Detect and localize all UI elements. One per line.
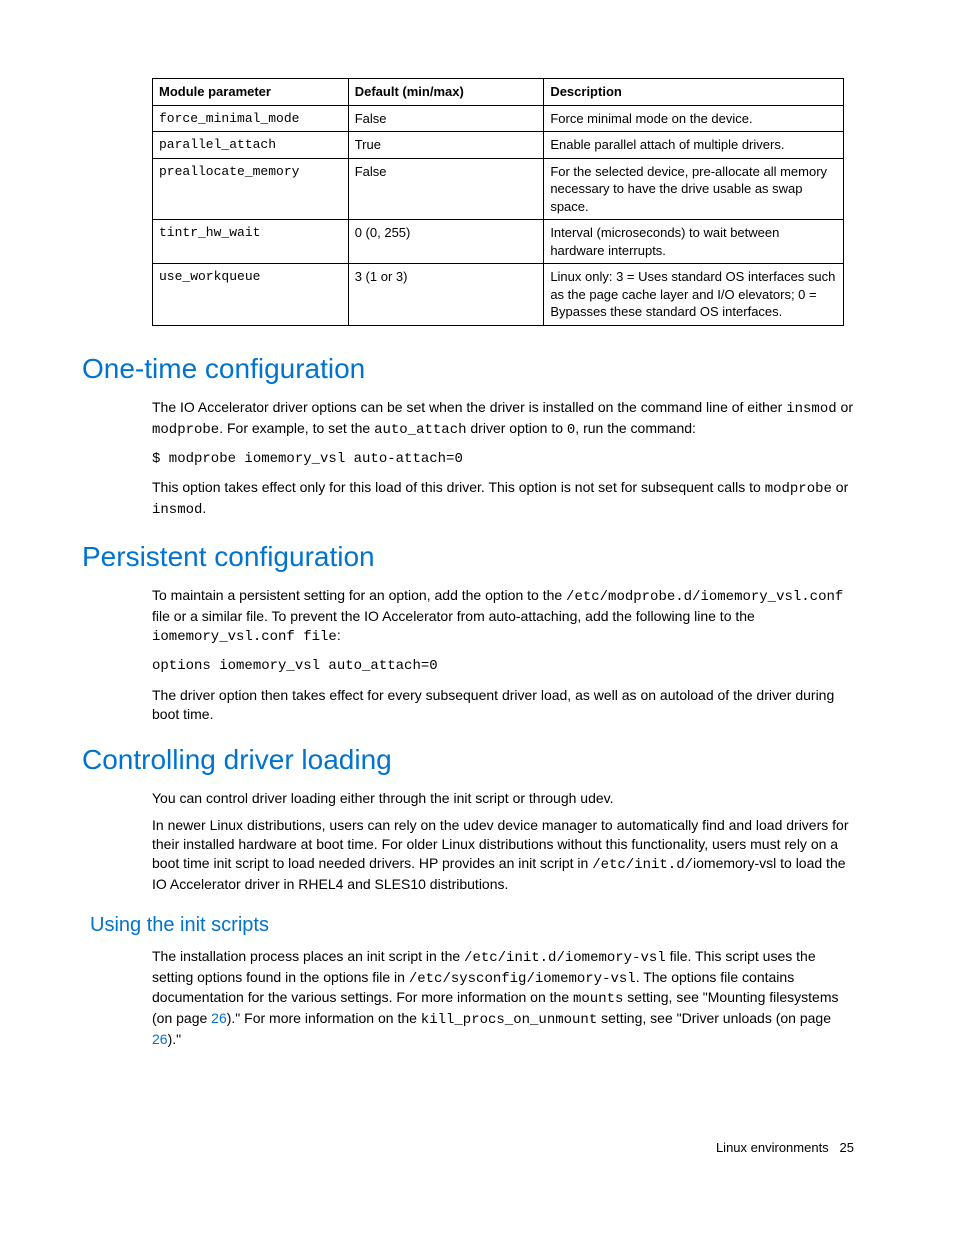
th-param: Module parameter: [153, 79, 349, 106]
cell-param: tintr_hw_wait: [153, 220, 349, 264]
persistent-p1: To maintain a persistent setting for an …: [152, 586, 854, 647]
cell-param: force_minimal_mode: [153, 105, 349, 132]
onetime-p1: The IO Accelerator driver options can be…: [152, 398, 854, 440]
cell-default: False: [348, 158, 544, 220]
footer-label: Linux environments: [716, 1140, 829, 1155]
table-row: preallocate_memoryFalseFor the selected …: [153, 158, 844, 220]
table-row: force_minimal_modeFalseForce minimal mod…: [153, 105, 844, 132]
th-desc: Description: [544, 79, 844, 106]
onetime-body: The IO Accelerator driver options can be…: [152, 398, 854, 520]
controlling-p2: In newer Linux distributions, users can …: [152, 816, 854, 894]
module-params-table: Module parameter Default (min/max) Descr…: [152, 78, 844, 326]
table-row: tintr_hw_wait0 (0, 255)Interval (microse…: [153, 220, 844, 264]
heading-persistent-configuration: Persistent configuration: [82, 538, 872, 576]
cell-default: True: [348, 132, 544, 159]
heading-using-init-scripts: Using the init scripts: [90, 912, 872, 939]
cell-desc: For the selected device, pre-allocate al…: [544, 158, 844, 220]
page-footer: Linux environments 25: [82, 1139, 872, 1157]
onetime-p2: This option takes effect only for this l…: [152, 478, 854, 520]
cell-param: preallocate_memory: [153, 158, 349, 220]
heading-one-time-configuration: One-time configuration: [82, 350, 872, 388]
cell-desc: Linux only: 3 = Uses standard OS interfa…: [544, 264, 844, 326]
persistent-p2: The driver option then takes effect for …: [152, 686, 854, 724]
cell-default: 3 (1 or 3): [348, 264, 544, 326]
page-link-26a[interactable]: 26: [211, 1010, 227, 1026]
controlling-body: You can control driver loading either th…: [152, 789, 854, 893]
controlling-p1: You can control driver loading either th…: [152, 789, 854, 808]
persistent-body: To maintain a persistent setting for an …: [152, 586, 854, 723]
cell-desc: Interval (microseconds) to wait between …: [544, 220, 844, 264]
cell-default: False: [348, 105, 544, 132]
table-row: use_workqueue3 (1 or 3)Linux only: 3 = U…: [153, 264, 844, 326]
th-default: Default (min/max): [348, 79, 544, 106]
page-link-26b[interactable]: 26: [152, 1031, 168, 1047]
initscripts-body: The installation process places an init …: [152, 947, 854, 1049]
cell-default: 0 (0, 255): [348, 220, 544, 264]
cell-param: use_workqueue: [153, 264, 349, 326]
onetime-cmd: $ modprobe iomemory_vsl auto-attach=0: [152, 450, 854, 469]
footer-page: 25: [840, 1140, 854, 1155]
persistent-cmd: options iomemory_vsl auto_attach=0: [152, 657, 854, 676]
initscripts-p1: The installation process places an init …: [152, 947, 854, 1049]
table-row: parallel_attachTrueEnable parallel attac…: [153, 132, 844, 159]
cell-desc: Force minimal mode on the device.: [544, 105, 844, 132]
cell-desc: Enable parallel attach of multiple drive…: [544, 132, 844, 159]
cell-param: parallel_attach: [153, 132, 349, 159]
heading-controlling-driver-loading: Controlling driver loading: [82, 741, 872, 779]
